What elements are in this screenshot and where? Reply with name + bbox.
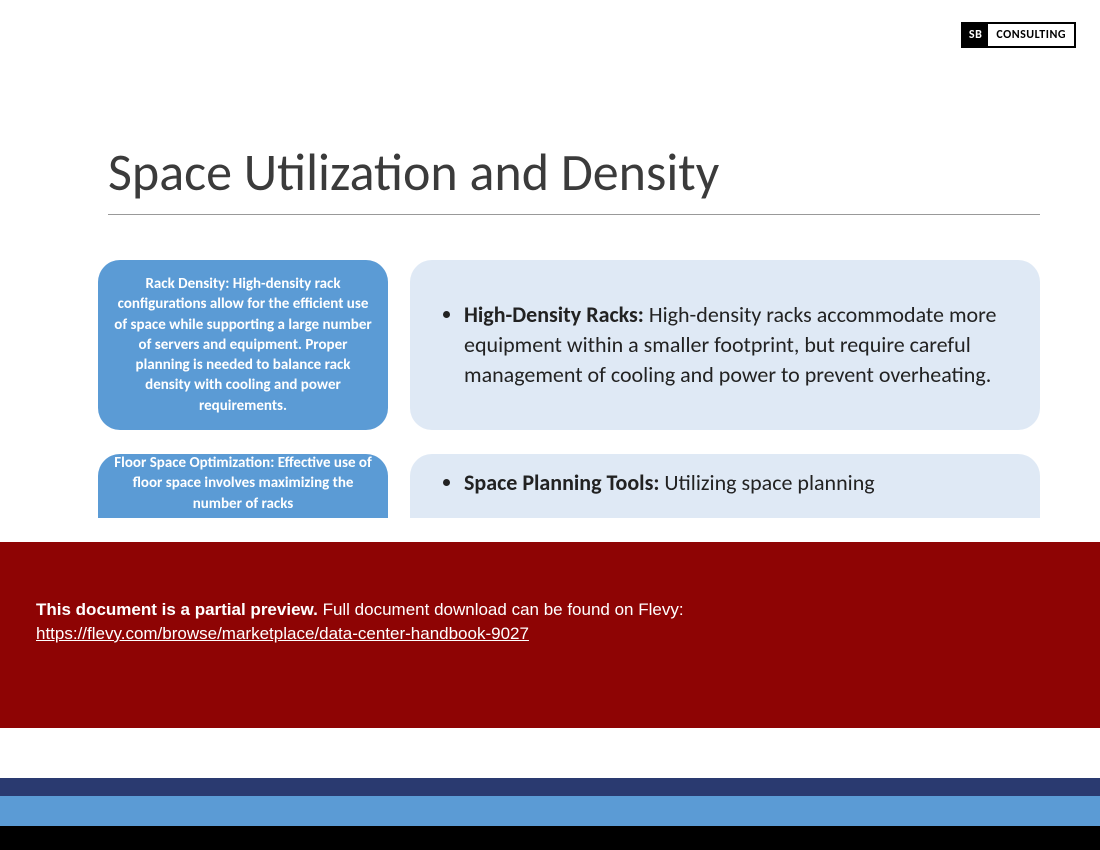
- row2-panel: Space Planning Tools: Utilizing space pl…: [410, 454, 1040, 518]
- logo-sb: SB: [963, 24, 988, 46]
- row2-bullet: Space Planning Tools: Utilizing space pl…: [464, 468, 875, 498]
- slide-title: Space Utilization and Density: [108, 140, 1040, 215]
- footer-bar-navy: [0, 778, 1100, 796]
- row1-list: High-Density Racks: High-density racks a…: [446, 300, 1012, 389]
- row1-pill: Rack Density: High-density rack configur…: [98, 260, 388, 430]
- overlay-text: This document is a partial preview. Full…: [36, 600, 1064, 620]
- content-row-1: Rack Density: High-density rack configur…: [98, 260, 1040, 430]
- row2-pill: Floor Space Optimization: Effective use …: [98, 454, 388, 518]
- footer-bar-black: [0, 826, 1100, 850]
- row1-panel: High-Density Racks: High-density racks a…: [410, 260, 1040, 430]
- brand-logo: SB CONSULTING: [961, 22, 1076, 48]
- overlay-bold: This document is a partial preview.: [36, 600, 318, 619]
- overlay-suffix: Full document download can be found on F…: [318, 600, 684, 619]
- row2-bullet-body: Utilizing space planning: [659, 469, 874, 496]
- slide-container: SB CONSULTING Space Utilization and Dens…: [0, 0, 1100, 850]
- row1-bullet: High-Density Racks: High-density racks a…: [464, 300, 1012, 389]
- row2-list: Space Planning Tools: Utilizing space pl…: [446, 468, 875, 498]
- preview-overlay: This document is a partial preview. Full…: [0, 542, 1100, 728]
- overlay-link[interactable]: https://flevy.com/browse/marketplace/dat…: [36, 624, 1064, 644]
- content-row-2: Floor Space Optimization: Effective use …: [98, 454, 1040, 518]
- footer-bar-blue: [0, 796, 1100, 826]
- content-area: Rack Density: High-density rack configur…: [98, 260, 1040, 542]
- row1-bullet-heading: High-Density Racks:: [464, 301, 644, 328]
- logo-consulting: CONSULTING: [988, 24, 1074, 46]
- row2-bullet-heading: Space Planning Tools:: [464, 469, 659, 496]
